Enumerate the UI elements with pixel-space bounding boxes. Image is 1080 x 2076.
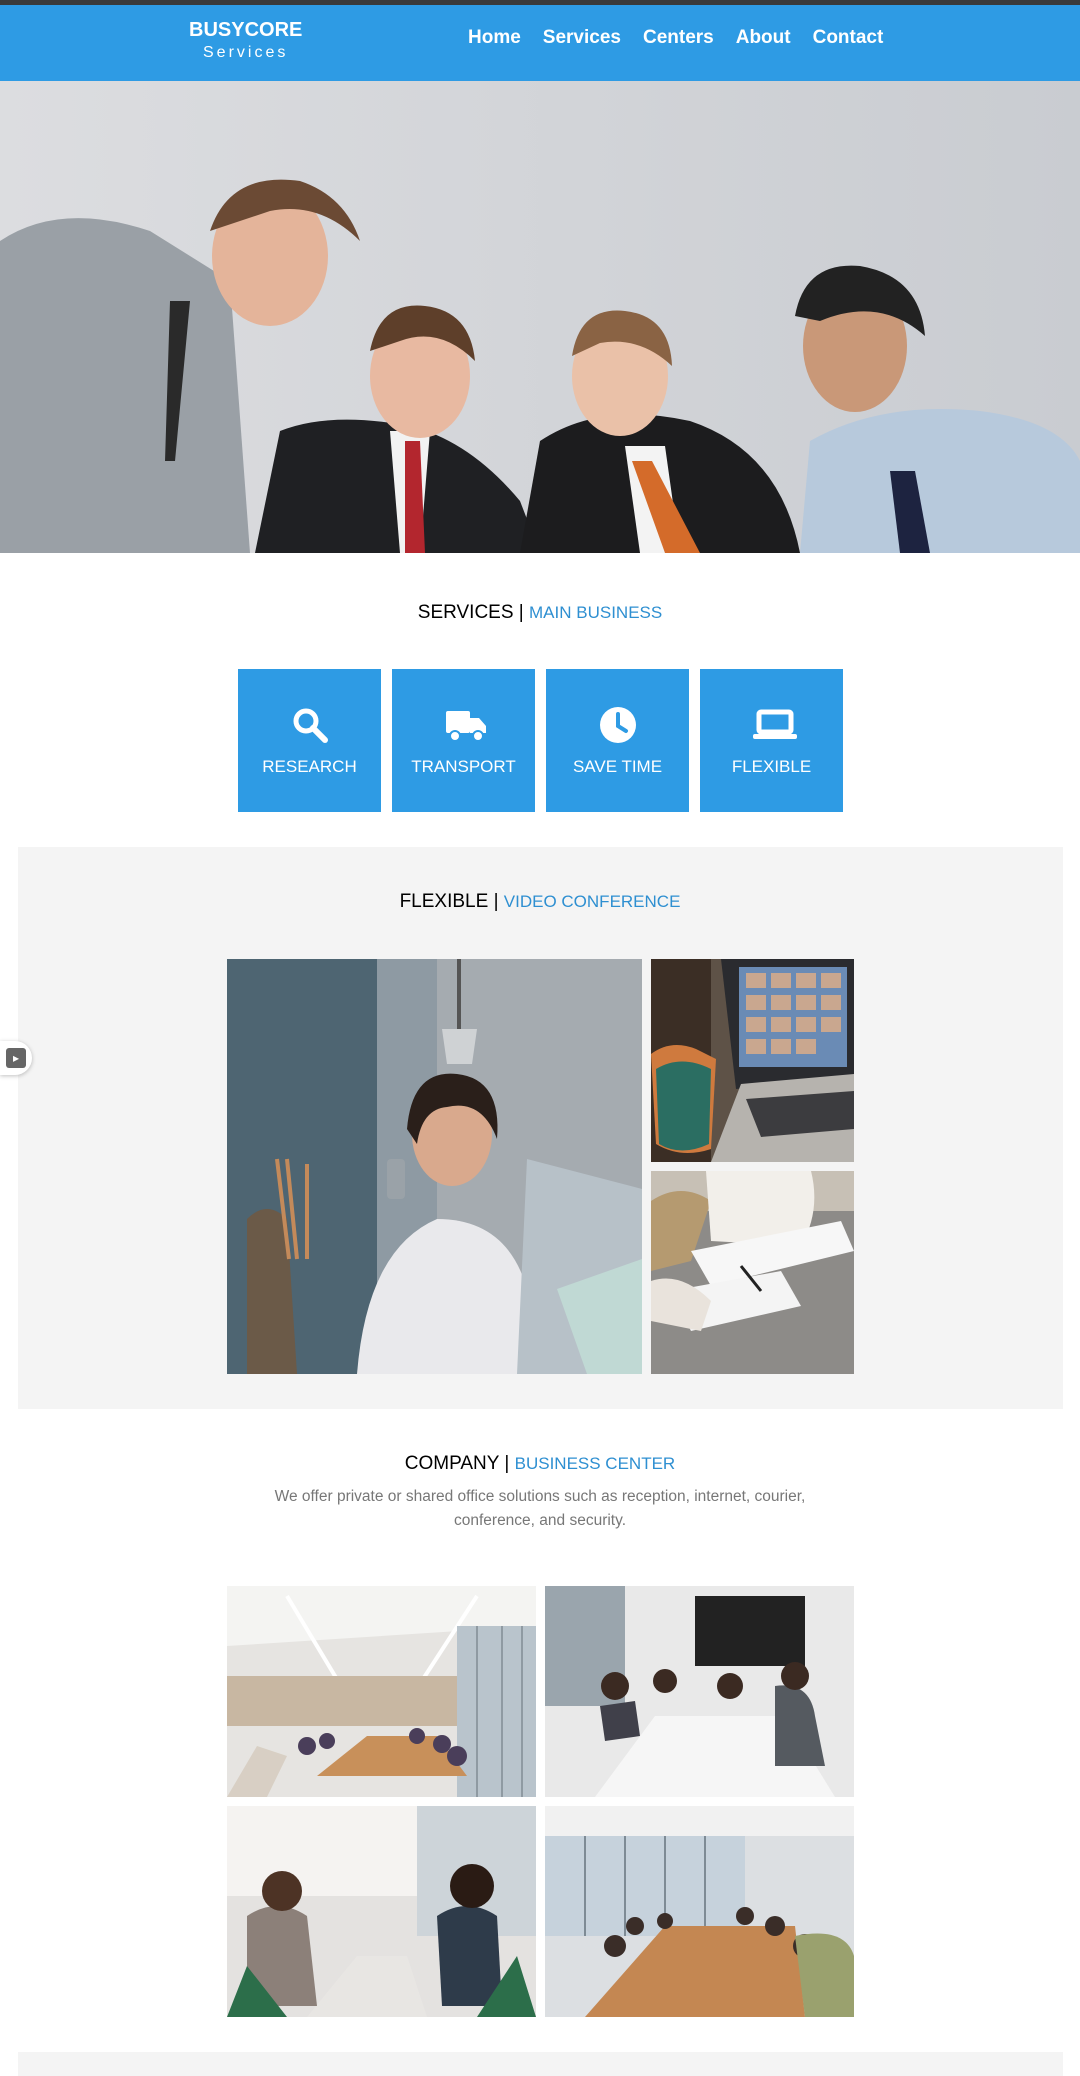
tile-transport-label: TRANSPORT: [411, 756, 516, 776]
gallery-boardroom-image: [227, 1586, 536, 1797]
tile-flexible[interactable]: FLEXIBLE: [700, 669, 843, 812]
brand-name: BUSYCORE: [189, 19, 303, 41]
flexible-separator: |: [493, 891, 499, 912]
flexible-subtitle: VIDEO CONFERENCE: [503, 892, 681, 911]
services-heading: SERVICES | MAIN BUSINESS: [0, 602, 1080, 624]
gallery-meeting-image: [545, 1586, 854, 1797]
nav-about[interactable]: About: [736, 27, 791, 49]
tile-flexible-label: FLEXIBLE: [731, 756, 812, 776]
gallery-main-image: [227, 959, 642, 1374]
nav-contact[interactable]: Contact: [813, 27, 884, 49]
nav-centers[interactable]: Centers: [643, 27, 714, 49]
tile-save-time[interactable]: SAVE TIME: [546, 669, 689, 812]
chevron-right-icon: ▸: [6, 1048, 26, 1068]
gallery-conference-room-image: [545, 1806, 854, 2017]
clock-icon: [598, 705, 638, 745]
nav-services[interactable]: Services: [543, 27, 621, 49]
business-center-gallery: [227, 1586, 854, 2017]
services-subtitle: MAIN BUSINESS: [529, 603, 663, 622]
tile-research-label: RESEARCH: [262, 756, 357, 776]
tile-transport[interactable]: TRANSPORT: [392, 669, 535, 812]
brand-logo[interactable]: BUSYCORE Services: [189, 19, 302, 62]
company-heading: COMPANY | BUSINESS CENTER: [0, 1453, 1080, 1475]
service-tiles: RESEARCH TRANSPORT SAVE TIME FLEXIBLE: [238, 669, 843, 812]
footer-section: [18, 2052, 1063, 2076]
main-nav: Home Services Centers About Contact: [468, 27, 883, 49]
company-separator: |: [504, 1453, 510, 1474]
laptop-icon: [752, 705, 797, 745]
site-header: BUSYCORE Services Home Services Centers …: [0, 5, 1080, 81]
tile-save-time-label: SAVE TIME: [572, 756, 663, 776]
search-icon: [290, 705, 330, 745]
company-subtitle: BUSINESS CENTER: [514, 1454, 676, 1473]
truck-icon: [444, 705, 486, 745]
gallery-laptop-video-image: [651, 959, 854, 1162]
nav-home[interactable]: Home: [468, 27, 521, 49]
company-title: COMPANY: [404, 1453, 500, 1474]
company-description: We offer private or shared office soluti…: [274, 1488, 806, 1529]
gallery-two-women-image: [227, 1806, 536, 2017]
flexible-heading: FLEXIBLE | VIDEO CONFERENCE: [0, 891, 1080, 913]
services-title: SERVICES: [417, 602, 514, 623]
flexible-title: FLEXIBLE: [399, 891, 489, 912]
services-separator: |: [518, 602, 524, 623]
brand-subtitle: Services: [203, 44, 289, 61]
hero-image: [0, 81, 1080, 553]
gallery-paperwork-image: [651, 1171, 854, 1374]
tile-research[interactable]: RESEARCH: [238, 669, 381, 812]
